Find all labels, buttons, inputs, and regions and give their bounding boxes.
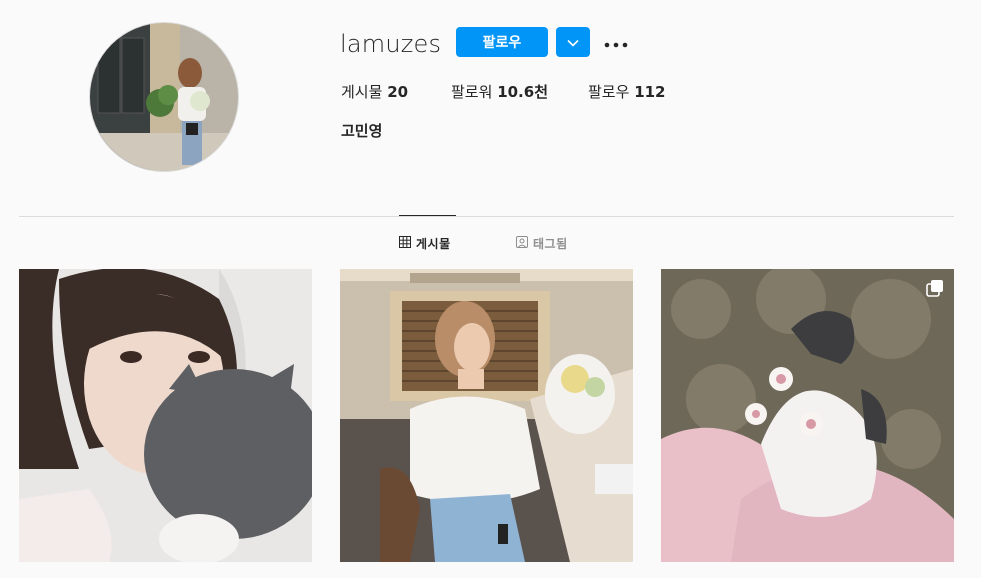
active-tab-indicator: [399, 215, 456, 216]
post-woman-with-flowers[interactable]: [340, 269, 633, 562]
followers-count: 10.6천: [497, 83, 548, 101]
followers-stat[interactable]: 팔로워 10.6천: [451, 81, 548, 103]
posts-stat: 게시물 20: [341, 81, 408, 103]
tagged-icon: [516, 235, 528, 251]
tab-tagged-label: 태그됨: [533, 236, 568, 251]
followers-label: 팔로워: [451, 83, 493, 101]
tab-posts[interactable]: 게시물: [399, 234, 451, 252]
follow-button[interactable]: 팔로우: [456, 27, 548, 57]
more-icon: [604, 33, 628, 52]
full-name: 고민영: [341, 122, 383, 140]
tab-tagged[interactable]: 태그됨: [516, 234, 568, 252]
more-options-button[interactable]: [600, 30, 632, 54]
post-selfie-with-cat[interactable]: [19, 269, 312, 562]
tab-posts-label: 게시물: [416, 236, 451, 251]
suggestions-dropdown-button[interactable]: [556, 27, 590, 57]
username: lamuzes: [340, 30, 442, 58]
following-count: 112: [634, 83, 666, 101]
multiple-photos-icon: [926, 279, 944, 301]
chevron-down-icon: [567, 35, 579, 50]
avatar[interactable]: [89, 22, 239, 172]
post-cat-on-pillow[interactable]: [661, 269, 954, 562]
following-stat[interactable]: 팔로우 112: [588, 81, 666, 103]
posts-label: 게시물: [341, 83, 383, 101]
following-label: 팔로우: [588, 83, 630, 101]
grid-icon: [399, 235, 411, 251]
tab-divider: [19, 216, 954, 217]
posts-count: 20: [387, 83, 409, 101]
